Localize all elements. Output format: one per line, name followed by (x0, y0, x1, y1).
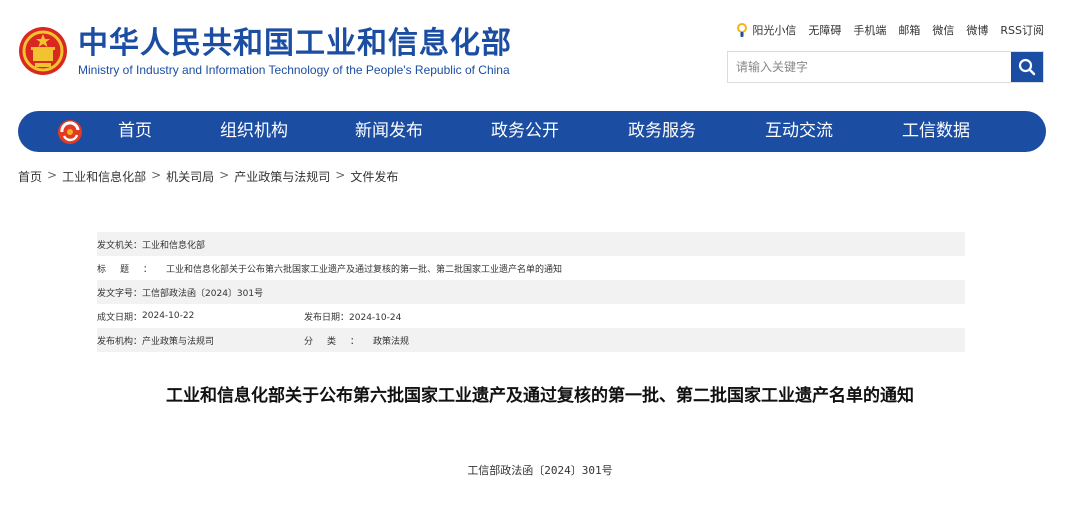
top-links: 阳光小信 无障碍 手机端 邮箱 微信 微博 RSS订阅 (735, 22, 1044, 38)
category-group: 分类：政策法规 (304, 334, 409, 347)
title-label: 标题： (97, 264, 167, 275)
breadcrumb: 首页 > 工业和信息化部 > 机关司局 > 产业政策与法规司 > 文件发布 (18, 168, 398, 185)
info-row-issuer: 发文机关： 工业和信息化部 (97, 232, 965, 256)
miit-logo-icon[interactable] (56, 118, 84, 146)
site-title: 中华人民共和国工业和信息化部 (78, 26, 512, 61)
doc-no-value: 工信部政法函〔2024〕301号 (142, 288, 264, 299)
publish-date-value: 2024-10-24 (349, 312, 402, 323)
breadcrumb-documents[interactable]: 文件发布 (350, 168, 398, 185)
info-row-org: 发布机构： 产业政策与法规司 分类：政策法规 (97, 328, 965, 352)
breadcrumb-home[interactable]: 首页 (18, 168, 42, 185)
toplink-mail[interactable]: 邮箱 (898, 22, 920, 38)
search-box (727, 51, 1044, 83)
nav-item-news[interactable]: 新闻发布 (355, 111, 423, 152)
nav-item-organization[interactable]: 组织机构 (220, 111, 288, 152)
nav-item-gov-services[interactable]: 政务服务 (628, 111, 696, 152)
info-row-doc-no: 发文字号： 工信部政法函〔2024〕301号 (97, 280, 965, 304)
toplink-mobile[interactable]: 手机端 (853, 22, 886, 38)
breadcrumb-departments[interactable]: 机关司局 (166, 168, 214, 185)
category-value: 政策法规 (373, 336, 410, 347)
toplink-weibo[interactable]: 微博 (966, 22, 988, 38)
title-value: 工业和信息化部关于公布第六批国家工业遗产及通过复核的第一批、第二批国家工业遗产名… (166, 264, 563, 275)
org-label: 发布机构： (97, 336, 143, 347)
breadcrumb-separator: > (219, 168, 230, 182)
nav-item-data[interactable]: 工信数据 (902, 111, 970, 152)
article-doc-number: 工信部政法函〔2024〕301号 (467, 464, 613, 477)
toplink-wechat[interactable]: 微信 (932, 22, 954, 38)
main-nav: 首页 组织机构 新闻发布 政务公开 政务服务 互动交流 工信数据 (18, 111, 1046, 152)
document-info-table: 发文机关： 工业和信息化部 标题： 工业和信息化部关于公布第六批国家工业遗产及通… (97, 232, 965, 352)
written-date-label: 成文日期： (97, 312, 143, 323)
info-row-title: 标题： 工业和信息化部关于公布第六批国家工业遗产及通过复核的第一批、第二批国家工… (97, 256, 965, 280)
issuer-value: 工业和信息化部 (142, 240, 206, 251)
breadcrumb-policy-dept[interactable]: 产业政策与法规司 (234, 168, 330, 185)
written-date-value: 2024-10-22 (142, 311, 195, 321)
search-icon (1018, 58, 1036, 76)
publish-date-group: 发布日期：2024-10-24 (304, 310, 401, 323)
toplink-sunshine[interactable]: 阳光小信 (735, 22, 796, 38)
org-value: 产业政策与法规司 (142, 336, 215, 347)
nav-item-gov-affairs[interactable]: 政务公开 (491, 111, 559, 152)
info-row-dates: 成文日期： 2024-10-22 发布日期：2024-10-24 (97, 304, 965, 328)
nav-item-interaction[interactable]: 互动交流 (765, 111, 833, 152)
breadcrumb-separator: > (47, 168, 58, 182)
toplink-accessibility[interactable]: 无障碍 (808, 22, 841, 38)
sun-mascot-icon (737, 23, 748, 37)
national-emblem-icon (19, 27, 67, 75)
breadcrumb-separator: > (335, 168, 346, 182)
issuer-label: 发文机关： (97, 240, 143, 251)
breadcrumb-ministry[interactable]: 工业和信息化部 (62, 168, 146, 185)
site-subtitle: Ministry of Industry and Information Tec… (78, 63, 510, 77)
search-button[interactable] (1011, 52, 1043, 82)
publish-date-label: 发布日期： (304, 312, 350, 323)
article-title: 工业和信息化部关于公布第六批国家工业遗产及通过复核的第一批、第二批国家工业遗产名… (166, 386, 914, 406)
toplink-label: 阳光小信 (752, 24, 797, 37)
toplink-rss[interactable]: RSS订阅 (1000, 22, 1044, 38)
category-label: 分类： (304, 336, 374, 347)
search-input[interactable] (728, 52, 1011, 82)
breadcrumb-separator: > (151, 168, 162, 182)
doc-no-label: 发文字号： (97, 288, 143, 299)
nav-item-home[interactable]: 首页 (118, 111, 152, 152)
